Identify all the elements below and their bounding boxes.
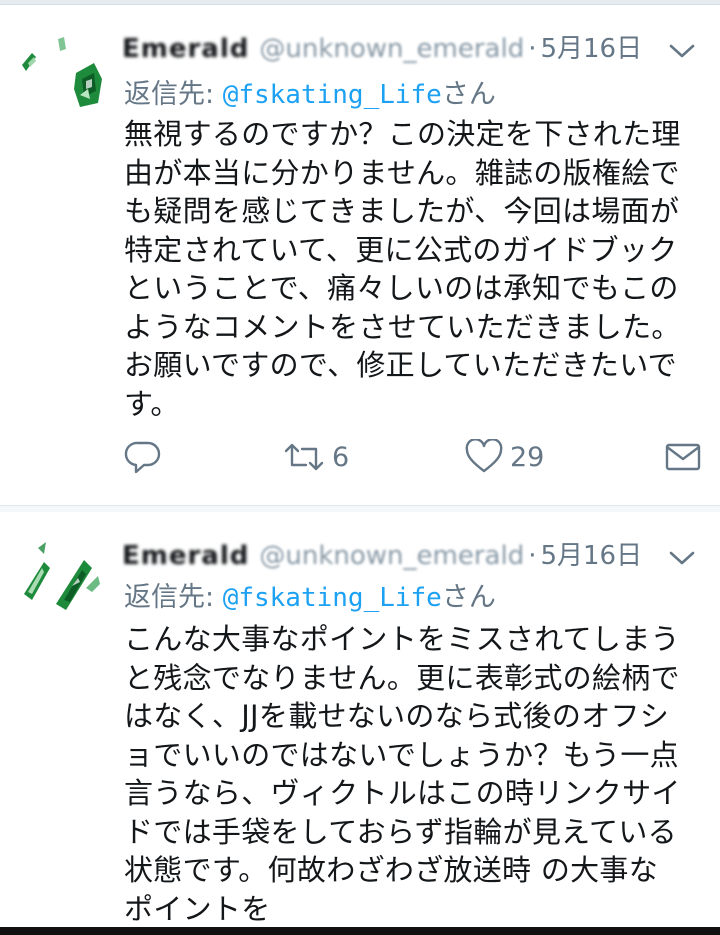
tweet-text-line: ドでは手袋をしておらず指輪が見えている	[124, 814, 677, 849]
reply-to-prefix: 返信先:	[124, 79, 223, 110]
tweet-card[interactable]: Emerald @unknown_emerald · 5月16日 返信先: @fska…	[0, 512, 720, 927]
tweet-text: こんな大事なポイントをミスされてしまう と残念でなりません。更に表彰式の絵柄で …	[124, 620, 704, 928]
tweet-text: 無視するのですか？この決定を下された理 由が本当に分かりません。雑誌の版権絵で …	[124, 115, 704, 423]
tweet-text-line: ョでいいのではないでしょうか？もう一点	[124, 737, 679, 772]
tweet-actions: 6 29	[124, 437, 704, 477]
chevron-down-icon	[669, 551, 695, 565]
tweet-card[interactable]: Emerald @unknown_emerald · 5月16日 返信先: @fska…	[0, 5, 720, 506]
reply-to-suffix: さん	[441, 582, 496, 613]
user-handle[interactable]: @unknown_emerald	[259, 541, 524, 571]
tweet-text-line: も疑問を感じてきましたが、今回は場面が	[124, 194, 680, 228]
reply-to-line: 返信先: @fskating_Lifeさん	[124, 580, 496, 616]
tweet-header: Emerald @unknown_emerald · 5月16日	[122, 538, 680, 574]
separator: ·	[528, 541, 537, 571]
avatar-image	[24, 542, 100, 610]
tweet-text-line: 言うなら、ヴィクトルはこの時リンクサイ	[124, 776, 681, 810]
reply-to-line: 返信先: @fskating_Lifeさん	[124, 77, 496, 113]
avatar[interactable]	[14, 33, 110, 129]
like-count: 29	[510, 441, 545, 473]
tweet-date[interactable]: 5月16日	[540, 34, 642, 64]
tweet-text-line: はなく、JJを載せないのなら式後のオフシ	[124, 699, 670, 733]
bottom-bar	[0, 927, 720, 935]
reply-to-mention[interactable]: @fskating_Life	[223, 80, 442, 110]
tweet-text-line: と残念でなりません。更に表彰式の絵柄で	[124, 660, 680, 695]
tweet-text-line: こんな大事なポイントをミスされてしまう	[124, 622, 680, 656]
envelope-icon	[665, 443, 701, 471]
tweet-text-line: 由が本当に分かりません。雑誌の版権絵で	[124, 155, 680, 190]
like-button[interactable]: 29	[464, 437, 544, 477]
reply-to-prefix: 返信先:	[124, 582, 223, 613]
reply-to-mention[interactable]: @fskating_Life	[223, 583, 442, 613]
tweet-menu-button[interactable]	[668, 37, 696, 65]
tweet-text-line: す。	[124, 386, 180, 421]
reply-to-suffix: さん	[441, 79, 496, 110]
tweet-menu-button[interactable]	[668, 544, 696, 572]
direct-message-button[interactable]	[664, 437, 702, 477]
display-name[interactable]: Emerald	[122, 541, 249, 571]
tweet-text-line: 無視するのですか？この決定を下された理	[124, 117, 681, 151]
retweet-count: 6	[332, 441, 350, 473]
avatar[interactable]	[14, 534, 110, 630]
retweet-button[interactable]: 6	[282, 437, 349, 477]
heart-icon	[465, 439, 503, 473]
tweet-text-line: 特定されていて、更に公式のガイドブック	[124, 232, 678, 267]
tweet-text-line: ポイントを	[124, 891, 271, 926]
tweet-text-line: 状態です。何故わざわざ放送時 の大事な	[124, 853, 659, 887]
retweet-icon	[284, 443, 324, 471]
tweet-text-line: ということで、痛々しいのは承知でもこの	[124, 271, 679, 305]
reply-button[interactable]	[124, 437, 162, 477]
user-handle[interactable]: @unknown_emerald	[259, 34, 524, 64]
reply-icon	[124, 441, 161, 474]
tweet-text-line: ようなコメントをさせていただきました。	[124, 309, 681, 344]
avatar-image	[22, 37, 102, 107]
display-name[interactable]: Emerald	[122, 34, 249, 64]
separator: ·	[528, 34, 537, 64]
tweet-date[interactable]: 5月16日	[540, 541, 642, 571]
chevron-down-icon	[669, 44, 695, 58]
tweet-header: Emerald @unknown_emerald · 5月16日	[122, 31, 680, 67]
tweet-text-line: お願いですので、修正していただきたいで	[124, 348, 677, 382]
